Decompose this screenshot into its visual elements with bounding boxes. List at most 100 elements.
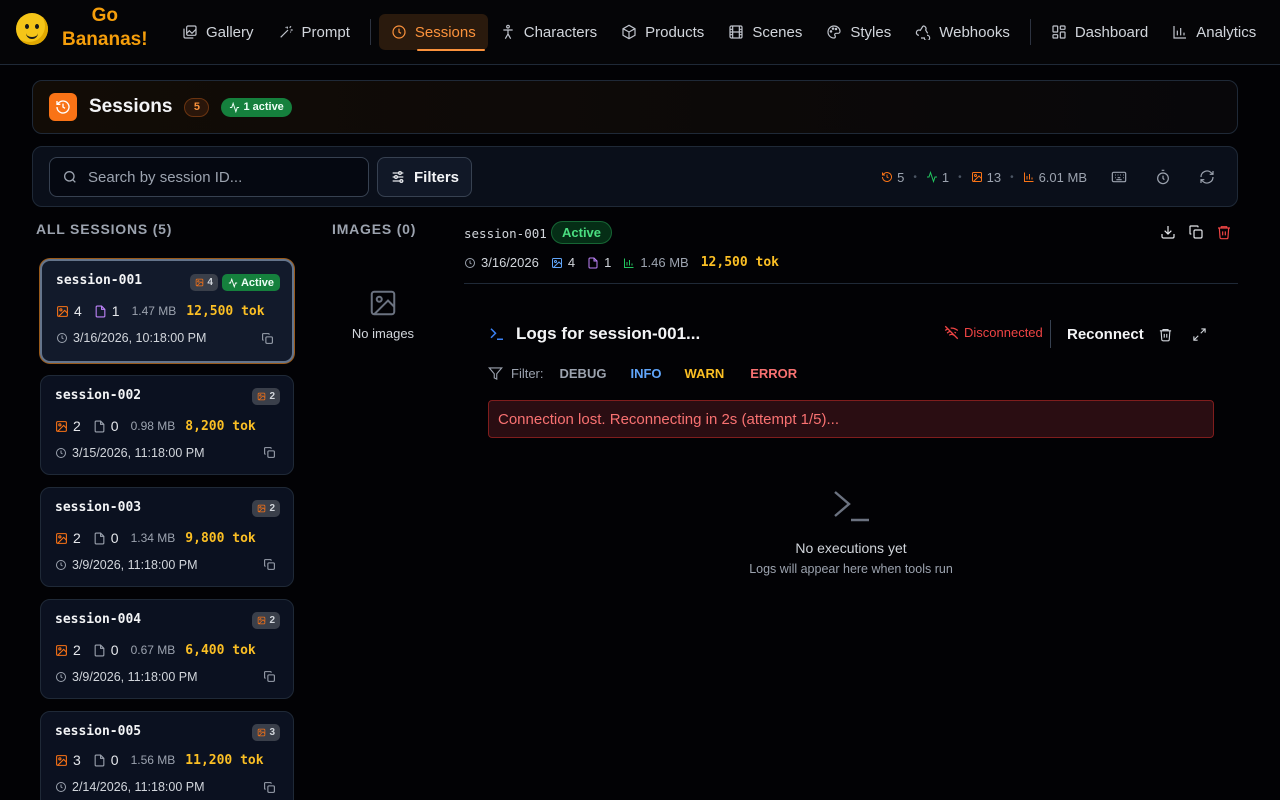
- session-date: 3/9/2026, 11:18:00 PM: [55, 558, 198, 572]
- image-icon: [56, 644, 67, 656]
- copy-session-button[interactable]: [1188, 224, 1204, 243]
- image-icon: [56, 754, 67, 766]
- gallery-icon: [183, 25, 197, 39]
- search-box[interactable]: [49, 157, 369, 197]
- smiley-logo-icon: [16, 13, 48, 45]
- copy-icon: [264, 447, 275, 458]
- detail-session-id: session-001: [464, 226, 547, 241]
- image-icon: [971, 172, 982, 182]
- detail-status-badge: Active: [551, 221, 613, 244]
- nav-products[interactable]: Products: [609, 14, 716, 50]
- connection-error-banner: Connection lost. Reconnecting in 2s (att…: [488, 400, 1214, 438]
- session-card-001[interactable]: session-001 4 Active 4 1 1.47 MB 12,500 …: [40, 259, 294, 363]
- nav-divider: [369, 19, 371, 45]
- grid-icon: [1052, 25, 1066, 39]
- file-icon: [94, 754, 105, 766]
- expand-icon: [1192, 327, 1206, 341]
- session-date: 3/15/2026, 11:18:00 PM: [55, 446, 205, 460]
- images-heading: IMAGES (0): [332, 221, 417, 237]
- copy-id-button[interactable]: [263, 781, 277, 795]
- session-id: session-001: [56, 273, 143, 288]
- stat-sessions: 5: [881, 170, 904, 185]
- image-count-badge: 4: [190, 274, 218, 291]
- filter-warn[interactable]: WARN: [677, 364, 733, 383]
- delete-session-button[interactable]: [1216, 224, 1232, 243]
- image-icon: [56, 532, 67, 544]
- filters-button[interactable]: Filters: [377, 157, 472, 197]
- history-icon: [882, 172, 893, 182]
- refresh-button[interactable]: [1193, 163, 1221, 191]
- filter-error[interactable]: ERROR: [742, 364, 805, 383]
- active-count-badge: 1 active: [221, 97, 292, 117]
- keyboard-shortcuts-button[interactable]: [1105, 163, 1133, 191]
- image-icon: [196, 278, 204, 287]
- session-meta: 2 0 0.98 MB 8,200 tok: [55, 418, 256, 434]
- nav-sessions[interactable]: Sessions: [378, 14, 488, 51]
- nav-items: Gallery Prompt Sessions Characters Produ…: [170, 14, 1268, 51]
- nav-prompt[interactable]: Prompt: [266, 14, 362, 50]
- session-card-002[interactable]: session-002 2 2 0 0.98 MB 8,200 tok 3/15…: [40, 375, 294, 475]
- nav-analytics[interactable]: Analytics: [1160, 14, 1268, 50]
- clock-icon: [56, 560, 66, 570]
- activity-icon: [230, 101, 240, 113]
- file-icon: [95, 305, 106, 317]
- copy-id-button[interactable]: [263, 558, 277, 572]
- file-icon: [94, 420, 105, 432]
- download-button[interactable]: [1160, 224, 1176, 243]
- filter-info[interactable]: INFO: [622, 364, 669, 383]
- image-icon: [551, 257, 562, 268]
- session-count-badge: 5: [184, 97, 210, 117]
- app-logo[interactable]: Go Bananas!: [16, 4, 148, 52]
- bar-chart-icon: [1023, 172, 1034, 182]
- image-count-badge: 2: [252, 500, 280, 517]
- session-stats: 5 • 1 • 13 • 6.01 MB: [881, 165, 1221, 189]
- nav-styles[interactable]: Styles: [814, 14, 903, 50]
- session-card-004[interactable]: session-004 2 2 0 0.67 MB 6,400 tok 3/9/…: [40, 599, 294, 699]
- session-meta: 2 0 0.67 MB 6,400 tok: [55, 642, 256, 658]
- auto-refresh-button[interactable]: [1149, 163, 1177, 191]
- trash-icon: [1218, 226, 1230, 240]
- nav-gallery[interactable]: Gallery: [170, 14, 266, 50]
- nav-webhooks[interactable]: Webhooks: [903, 14, 1022, 50]
- nav-characters[interactable]: Characters: [488, 14, 609, 50]
- expand-logs-button[interactable]: [1190, 325, 1208, 343]
- copy-id-button[interactable]: [263, 670, 277, 684]
- clear-logs-button[interactable]: [1156, 325, 1174, 343]
- stat-images: 13: [971, 170, 1001, 185]
- copy-icon: [264, 559, 275, 570]
- refresh-icon: [1200, 170, 1214, 184]
- copy-id-button[interactable]: [263, 446, 277, 460]
- copy-icon: [264, 671, 275, 682]
- images-empty-state: No images: [338, 288, 428, 341]
- reconnect-button[interactable]: Reconnect: [1059, 322, 1152, 346]
- session-date: 2/14/2026, 11:18:00 PM: [55, 780, 205, 794]
- session-id: session-005: [55, 724, 142, 739]
- page-title: Sessions: [89, 96, 173, 117]
- filter-debug[interactable]: DEBUG: [552, 364, 615, 383]
- session-id: session-002: [55, 388, 142, 403]
- file-icon: [94, 644, 105, 656]
- filter-icon: [488, 367, 503, 381]
- history-icon: [49, 93, 77, 121]
- session-card-005[interactable]: session-005 3 3 0 1.56 MB 11,200 tok 2/1…: [40, 711, 294, 800]
- clock-icon: [465, 257, 475, 268]
- stat-active: 1: [926, 170, 949, 185]
- clock-icon: [56, 448, 66, 458]
- activity-icon: [228, 277, 238, 288]
- copy-id-button[interactable]: [261, 332, 275, 346]
- session-card-003[interactable]: session-003 2 2 0 1.34 MB 9,800 tok 3/9/…: [40, 487, 294, 587]
- detail-meta: 3/16/2026 4 1 1.46 MB 12,500 tok: [464, 255, 779, 270]
- palette-icon: [827, 25, 841, 39]
- session-date: 3/9/2026, 11:18:00 PM: [55, 670, 198, 684]
- timer-icon: [1157, 169, 1169, 185]
- keyboard-icon: [1111, 171, 1127, 183]
- search-input[interactable]: [88, 168, 358, 186]
- image-icon: [258, 392, 266, 401]
- session-id: session-003: [55, 500, 142, 515]
- session-date: 3/16/2026, 10:18:00 PM: [56, 331, 206, 345]
- bar-chart-icon: [1173, 26, 1187, 39]
- nav-dashboard[interactable]: Dashboard: [1039, 14, 1160, 50]
- nav-scenes[interactable]: Scenes: [716, 14, 814, 50]
- nav-divider: [1029, 19, 1031, 45]
- image-icon: [56, 420, 67, 432]
